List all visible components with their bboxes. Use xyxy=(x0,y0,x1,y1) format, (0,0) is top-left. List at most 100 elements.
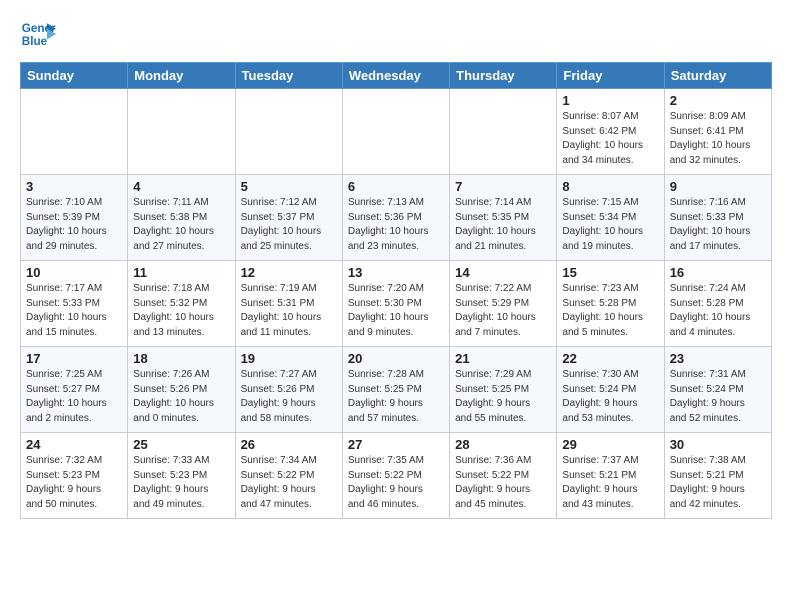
day-info: Sunrise: 7:20 AM Sunset: 5:30 PM Dayligh… xyxy=(348,282,444,340)
day-cell: 6Sunrise: 7:13 AM Sunset: 5:36 PM Daylig… xyxy=(342,175,449,261)
day-info: Sunrise: 7:32 AM Sunset: 5:23 PM Dayligh… xyxy=(26,454,122,512)
svg-text:Blue: Blue xyxy=(22,35,48,48)
logo: General Blue xyxy=(20,16,56,52)
day-info: Sunrise: 7:31 AM Sunset: 5:24 PM Dayligh… xyxy=(670,368,766,426)
day-cell: 11 Sunrise: 7:18 AM Sunset: 5:32 PM Dayli… xyxy=(128,261,235,347)
day-info: Sunrise: 7:14 AM Sunset: 5:35 PM Dayligh… xyxy=(455,196,551,254)
day-cell: 27 Sunrise: 7:35 AM Sunset: 5:22 PM Dayli… xyxy=(342,433,449,519)
week-row-3: 10 Sunrise: 7:17 AM Sunset: 5:33 PM Dayli… xyxy=(21,261,772,347)
day-cell: 8 Sunrise: 7:15 AM Sunset: 5:34 PM Daylig… xyxy=(557,175,664,261)
day-info: Sunrise: 7:27 AM Sunset: 5:26 PM Dayligh… xyxy=(241,368,337,426)
day-number: 1 xyxy=(562,93,658,108)
day-cell: 4 Sunrise: 7:11 AM Sunset: 5:38 PM Daylig… xyxy=(128,175,235,261)
day-info: Sunrise: 7:23 AM Sunset: 5:28 PM Dayligh… xyxy=(562,282,658,340)
day-cell xyxy=(342,89,449,175)
day-info: Sunrise: 7:29 AM Sunset: 5:25 PM Dayligh… xyxy=(455,368,551,426)
day-info: Sunrise: 7:30 AM Sunset: 5:24 PM Dayligh… xyxy=(562,368,658,426)
day-number: 6 xyxy=(348,179,444,194)
day-cell xyxy=(235,89,342,175)
day-cell: 2 Sunrise: 8:09 AM Sunset: 6:41 PM Daylig… xyxy=(664,89,771,175)
day-cell: 10 Sunrise: 7:17 AM Sunset: 5:33 PM Dayli… xyxy=(21,261,128,347)
day-number: 20 xyxy=(348,351,444,366)
weekday-header-row: SundayMondayTuesdayWednesdayThursdayFrid… xyxy=(21,63,772,89)
day-number: 21 xyxy=(455,351,551,366)
day-number: 29 xyxy=(562,437,658,452)
page: General Blue SundayMondayTuesdayWednesda… xyxy=(0,0,792,535)
day-cell: 25Sunrise: 7:33 AM Sunset: 5:23 PM Dayli… xyxy=(128,433,235,519)
day-cell xyxy=(21,89,128,175)
day-info: Sunrise: 7:36 AM Sunset: 5:22 PM Dayligh… xyxy=(455,454,551,512)
day-info: Sunrise: 7:24 AM Sunset: 5:28 PM Dayligh… xyxy=(670,282,766,340)
day-cell: 18Sunrise: 7:26 AM Sunset: 5:26 PM Dayli… xyxy=(128,347,235,433)
day-info: Sunrise: 8:07 AM Sunset: 6:42 PM Dayligh… xyxy=(562,110,658,168)
day-cell: 9 Sunrise: 7:16 AM Sunset: 5:33 PM Daylig… xyxy=(664,175,771,261)
day-number: 9 xyxy=(670,179,766,194)
day-number: 5 xyxy=(241,179,337,194)
day-number: 17 xyxy=(26,351,122,366)
day-cell: 24 Sunrise: 7:32 AM Sunset: 5:23 PM Dayli… xyxy=(21,433,128,519)
day-number: 2 xyxy=(670,93,766,108)
day-cell: 21 Sunrise: 7:29 AM Sunset: 5:25 PM Dayli… xyxy=(450,347,557,433)
day-number: 11 xyxy=(133,265,229,280)
day-number: 22 xyxy=(562,351,658,366)
day-number: 24 xyxy=(26,437,122,452)
weekday-tuesday: Tuesday xyxy=(235,63,342,89)
weekday-friday: Friday xyxy=(557,63,664,89)
weekday-saturday: Saturday xyxy=(664,63,771,89)
day-number: 14 xyxy=(455,265,551,280)
day-number: 15 xyxy=(562,265,658,280)
day-info: Sunrise: 7:16 AM Sunset: 5:33 PM Dayligh… xyxy=(670,196,766,254)
day-cell: 14Sunrise: 7:22 AM Sunset: 5:29 PM Dayli… xyxy=(450,261,557,347)
day-number: 12 xyxy=(241,265,337,280)
day-info: Sunrise: 7:25 AM Sunset: 5:27 PM Dayligh… xyxy=(26,368,122,426)
week-row-2: 3 Sunrise: 7:10 AM Sunset: 5:39 PM Daylig… xyxy=(21,175,772,261)
day-info: Sunrise: 8:09 AM Sunset: 6:41 PM Dayligh… xyxy=(670,110,766,168)
weekday-thursday: Thursday xyxy=(450,63,557,89)
day-cell: 20 Sunrise: 7:28 AM Sunset: 5:25 PM Dayli… xyxy=(342,347,449,433)
day-number: 30 xyxy=(670,437,766,452)
week-row-1: 1 Sunrise: 8:07 AM Sunset: 6:42 PM Daylig… xyxy=(21,89,772,175)
day-cell: 5 Sunrise: 7:12 AM Sunset: 5:37 PM Daylig… xyxy=(235,175,342,261)
day-info: Sunrise: 7:35 AM Sunset: 5:22 PM Dayligh… xyxy=(348,454,444,512)
day-info: Sunrise: 7:17 AM Sunset: 5:33 PM Dayligh… xyxy=(26,282,122,340)
day-info: Sunrise: 7:18 AM Sunset: 5:32 PM Dayligh… xyxy=(133,282,229,340)
day-cell: 26Sunrise: 7:34 AM Sunset: 5:22 PM Dayli… xyxy=(235,433,342,519)
weekday-wednesday: Wednesday xyxy=(342,63,449,89)
day-info: Sunrise: 7:28 AM Sunset: 5:25 PM Dayligh… xyxy=(348,368,444,426)
day-number: 27 xyxy=(348,437,444,452)
day-cell: 22 Sunrise: 7:30 AM Sunset: 5:24 PM Dayli… xyxy=(557,347,664,433)
day-info: Sunrise: 7:15 AM Sunset: 5:34 PM Dayligh… xyxy=(562,196,658,254)
day-number: 8 xyxy=(562,179,658,194)
day-number: 3 xyxy=(26,179,122,194)
day-number: 13 xyxy=(348,265,444,280)
day-cell: 1 Sunrise: 8:07 AM Sunset: 6:42 PM Daylig… xyxy=(557,89,664,175)
day-cell: 30 Sunrise: 7:38 AM Sunset: 5:21 PM Dayli… xyxy=(664,433,771,519)
day-number: 23 xyxy=(670,351,766,366)
day-info: Sunrise: 7:11 AM Sunset: 5:38 PM Dayligh… xyxy=(133,196,229,254)
weekday-monday: Monday xyxy=(128,63,235,89)
logo-icon: General Blue xyxy=(20,16,56,52)
day-cell: 23 Sunrise: 7:31 AM Sunset: 5:24 PM Dayli… xyxy=(664,347,771,433)
day-cell: 29 Sunrise: 7:37 AM Sunset: 5:21 PM Dayli… xyxy=(557,433,664,519)
day-cell: 15 Sunrise: 7:23 AM Sunset: 5:28 PM Dayli… xyxy=(557,261,664,347)
day-info: Sunrise: 7:12 AM Sunset: 5:37 PM Dayligh… xyxy=(241,196,337,254)
day-cell: 17 Sunrise: 7:25 AM Sunset: 5:27 PM Dayli… xyxy=(21,347,128,433)
day-number: 26 xyxy=(241,437,337,452)
day-info: Sunrise: 7:33 AM Sunset: 5:23 PM Dayligh… xyxy=(133,454,229,512)
day-cell: 16Sunrise: 7:24 AM Sunset: 5:28 PM Dayli… xyxy=(664,261,771,347)
day-number: 28 xyxy=(455,437,551,452)
day-cell xyxy=(128,89,235,175)
day-cell: 19 Sunrise: 7:27 AM Sunset: 5:26 PM Dayli… xyxy=(235,347,342,433)
day-cell xyxy=(450,89,557,175)
day-info: Sunrise: 7:10 AM Sunset: 5:39 PM Dayligh… xyxy=(26,196,122,254)
day-cell: 7Sunrise: 7:14 AM Sunset: 5:35 PM Daylig… xyxy=(450,175,557,261)
day-number: 10 xyxy=(26,265,122,280)
day-cell: 28 Sunrise: 7:36 AM Sunset: 5:22 PM Dayli… xyxy=(450,433,557,519)
day-info: Sunrise: 7:38 AM Sunset: 5:21 PM Dayligh… xyxy=(670,454,766,512)
calendar: SundayMondayTuesdayWednesdayThursdayFrid… xyxy=(20,62,772,519)
day-number: 4 xyxy=(133,179,229,194)
day-number: 18 xyxy=(133,351,229,366)
day-info: Sunrise: 7:37 AM Sunset: 5:21 PM Dayligh… xyxy=(562,454,658,512)
day-number: 19 xyxy=(241,351,337,366)
day-cell: 13 Sunrise: 7:20 AM Sunset: 5:30 PM Dayli… xyxy=(342,261,449,347)
